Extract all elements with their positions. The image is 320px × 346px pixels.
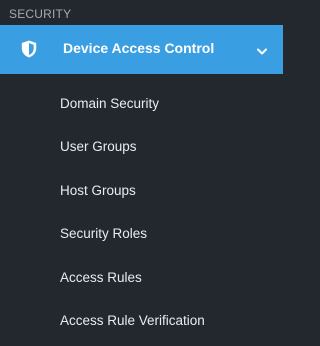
chevron-down-icon[interactable] xyxy=(256,44,268,55)
submenu-item-access-rules[interactable]: Access Rules xyxy=(0,256,283,299)
submenu-item-label: User Groups xyxy=(60,139,137,155)
sidebar: SECURITY Device Access Control Domain Se… xyxy=(0,0,283,346)
submenu-item-user-groups[interactable]: User Groups xyxy=(0,125,283,168)
submenu-item-host-groups[interactable]: Host Groups xyxy=(0,169,283,212)
submenu-item-label: Domain Security xyxy=(60,96,160,111)
submenu-item-label: Access Rules xyxy=(60,269,142,285)
section-header-security: SECURITY xyxy=(9,7,72,21)
submenu: Domain Security User Groups Host Groups … xyxy=(0,82,283,342)
submenu-item-domain-security[interactable]: Domain Security xyxy=(0,82,283,125)
submenu-item-label: Access Rule Verification xyxy=(60,312,205,328)
submenu-item-label: Security Roles xyxy=(60,226,148,242)
submenu-item-security-roles[interactable]: Security Roles xyxy=(0,212,283,255)
submenu-item-label: Host Groups xyxy=(60,182,136,198)
group-title: Device Access Control xyxy=(63,40,215,56)
submenu-item-access-rule-verification[interactable]: Access Rule Verification xyxy=(0,299,283,342)
device-access-control-menu[interactable]: Device Access Control xyxy=(0,25,283,74)
shield-icon xyxy=(21,40,37,58)
